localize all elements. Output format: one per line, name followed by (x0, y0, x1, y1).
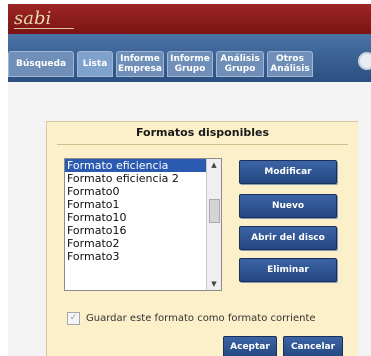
tab-label-line2: Análisis (270, 64, 310, 74)
divider (57, 144, 348, 145)
list-item[interactable]: Formato16 (65, 224, 221, 237)
nav-bar: Búsqueda Lista Informe Empresa Informe G… (8, 34, 371, 82)
panel-title: Formatos disponibles (135, 126, 269, 139)
tab-label-line1: Análisis (220, 54, 260, 64)
list-item[interactable]: Formato3 (65, 250, 221, 263)
tab-informe-grupo[interactable]: Informe Grupo (167, 51, 213, 77)
cancel-button[interactable]: Cancelar (283, 336, 343, 356)
new-button[interactable]: Nuevo (239, 194, 337, 218)
modify-button[interactable]: Modificar (239, 160, 337, 184)
save-default-checkbox[interactable]: ✓ (67, 312, 80, 325)
scroll-up-arrow-icon[interactable]: ▲ (207, 159, 221, 171)
listbox-scrollbar[interactable]: ▲ ▼ (206, 159, 221, 290)
formats-panel: Formatos disponibles Formato eficiencia … (46, 121, 358, 356)
tab-label-line2: Grupo (224, 64, 256, 74)
tab-lista[interactable]: Lista (77, 51, 113, 77)
formats-listbox[interactable]: Formato eficiencia Formato eficiencia 2 … (64, 158, 222, 291)
tab-label: Lista (82, 59, 108, 69)
tab-label-line2: Grupo (174, 64, 206, 74)
tab-busqueda[interactable]: Búsqueda (8, 51, 74, 77)
checkbox-label: Guardar este formato como formato corrie… (86, 313, 316, 324)
tab-otros-analisis[interactable]: Otros Análisis (267, 51, 313, 77)
scroll-down-arrow-icon[interactable]: ▼ (207, 278, 221, 290)
tab-strip: Búsqueda Lista Informe Empresa Informe G… (8, 51, 313, 77)
tab-label-line2: Empresa (118, 64, 162, 74)
list-item[interactable]: Formato eficiencia (65, 159, 221, 172)
list-item[interactable]: Formato0 (65, 185, 221, 198)
tab-label-line1: Informe (120, 54, 160, 64)
scroll-thumb[interactable] (209, 199, 220, 223)
toolbar-circle-icon[interactable] (358, 52, 371, 70)
open-from-disk-button[interactable]: Abrir del disco (239, 226, 337, 250)
logo-underline (14, 28, 74, 29)
app-window: sabi Búsqueda Lista Informe Empresa Info… (8, 4, 371, 356)
delete-button[interactable]: Eliminar (239, 258, 337, 282)
tab-analisis-grupo[interactable]: Análisis Grupo (216, 51, 264, 77)
list-item[interactable]: Formato2 (65, 237, 221, 250)
accept-button[interactable]: Aceptar (223, 336, 277, 356)
top-bar: sabi (8, 4, 371, 34)
tab-informe-empresa[interactable]: Informe Empresa (116, 51, 164, 77)
save-default-option: ✓ Guardar este formato como formato corr… (67, 312, 316, 325)
list-item[interactable]: Formato1 (65, 198, 221, 211)
list-item[interactable]: Formato10 (65, 211, 221, 224)
sabi-logo: sabi (14, 8, 52, 29)
list-item[interactable]: Formato eficiencia 2 (65, 172, 221, 185)
tab-label-line1: Otros (276, 54, 304, 64)
tab-label: Búsqueda (15, 59, 67, 69)
tab-label-line1: Informe (170, 54, 210, 64)
